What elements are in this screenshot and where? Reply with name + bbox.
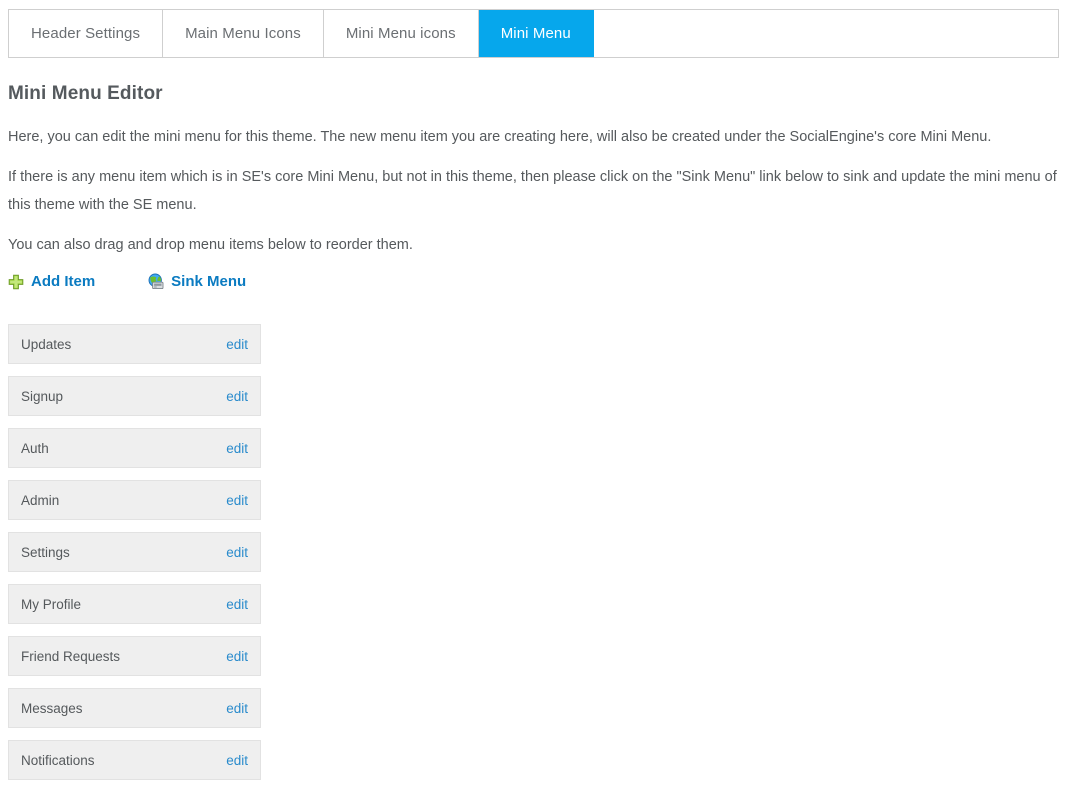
edit-link[interactable]: edit [226, 597, 248, 612]
menu-item-label: Updates [21, 336, 72, 352]
menu-item-label: Friend Requests [21, 648, 121, 664]
menu-item-row[interactable]: Updates edit [8, 324, 261, 364]
tab-label: Main Menu Icons [185, 25, 301, 42]
add-item-link[interactable]: Add Item [8, 273, 95, 290]
menu-item-label: Notifications [21, 752, 95, 768]
tab-header-settings[interactable]: Header Settings [9, 10, 164, 57]
tab-mini-menu[interactable]: Mini Menu [478, 10, 594, 57]
description-paragraph: Here, you can edit the mini menu for thi… [8, 129, 992, 145]
action-link-label: Add Item [31, 273, 96, 290]
page-content: Mini Menu Editor Here, you can edit the … [8, 70, 1059, 792]
menu-item-label: My Profile [21, 596, 82, 612]
menu-item-label: Settings [21, 544, 70, 560]
menu-item-row[interactable]: Admin edit [8, 480, 261, 520]
tab-bar: Header Settings Main Menu Icons Mini Men… [8, 9, 1059, 58]
menu-item-row[interactable]: My Profile edit [8, 584, 261, 624]
menu-item-row[interactable]: Settings edit [8, 532, 261, 572]
tab-mini-menu-icons[interactable]: Mini Menu icons [323, 10, 479, 57]
action-links: Add Item Sink Menu [8, 273, 1059, 290]
tab-label: Mini Menu icons [345, 25, 456, 42]
edit-link[interactable]: edit [226, 389, 248, 404]
menu-item-label: Auth [21, 440, 49, 456]
description-paragraph: You can also drag and drop menu items be… [8, 237, 413, 253]
page-description: Here, you can edit the mini menu for thi… [8, 123, 1059, 259]
edit-link[interactable]: edit [226, 493, 248, 508]
page-title: Mini Menu Editor [8, 83, 163, 104]
edit-link[interactable]: edit [226, 753, 248, 768]
globe-sync-icon [147, 273, 164, 290]
menu-item-label: Messages [21, 700, 83, 716]
action-link-label: Sink Menu [171, 273, 247, 290]
tab-label: Header Settings [31, 25, 141, 42]
menu-item-label: Signup [21, 388, 64, 404]
menu-item-row[interactable]: Auth edit [8, 428, 261, 468]
edit-link[interactable]: edit [226, 545, 248, 560]
menu-item-row[interactable]: Signup edit [8, 376, 261, 416]
plus-green-icon [8, 274, 24, 290]
menu-item-row[interactable]: Friend Requests edit [8, 636, 261, 676]
menu-item-row[interactable]: Messages edit [8, 688, 261, 728]
tab-bar-filler [593, 10, 1058, 57]
edit-link[interactable]: edit [226, 701, 248, 716]
menu-item-list: Updates edit Signup edit Auth edit Admin… [8, 324, 261, 780]
edit-link[interactable]: edit [226, 337, 248, 352]
menu-item-label: Admin [21, 492, 60, 508]
menu-item-row[interactable]: Notifications edit [8, 740, 261, 780]
description-paragraph: If there is any menu item which is in SE… [8, 169, 1057, 213]
sink-menu-link[interactable]: Sink Menu [147, 273, 246, 290]
tab-main-menu-icons[interactable]: Main Menu Icons [163, 10, 324, 57]
edit-link[interactable]: edit [226, 441, 248, 456]
tab-label: Mini Menu [500, 25, 571, 42]
edit-link[interactable]: edit [226, 649, 248, 664]
